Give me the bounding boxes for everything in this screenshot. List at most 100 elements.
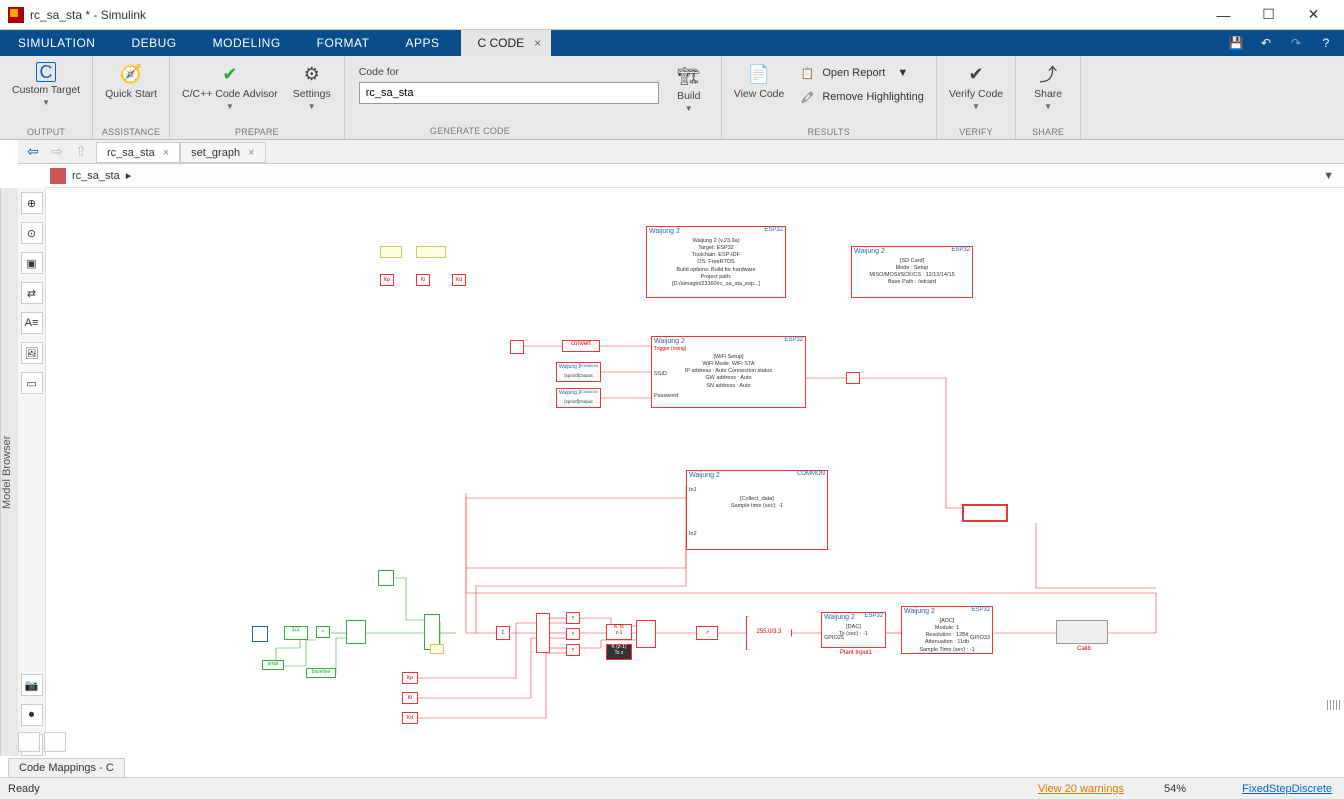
block-adc[interactable]: Waijung 2 ESP32 [ADC] Module: 1 Resoluti… <box>901 606 993 654</box>
model-explorer-icon[interactable] <box>44 732 66 752</box>
toggle-arrows-icon[interactable]: ⇄ <box>21 282 43 304</box>
block-unit-delay[interactable]: 1/Z <box>284 626 308 640</box>
block-convert[interactable]: convert <box>562 340 600 352</box>
nav-forward[interactable]: ⇨ <box>46 142 68 162</box>
file-tab-2[interactable]: set_graph× <box>180 142 265 163</box>
redo-icon[interactable]: ↷ <box>1284 32 1308 54</box>
tab-c-code[interactable]: C CODE × <box>461 30 551 56</box>
nav-back[interactable]: ⇦ <box>22 142 44 162</box>
block-calib[interactable] <box>1056 620 1108 644</box>
block-baseline[interactable]: baseline <box>306 668 336 678</box>
group-results: RESULTS <box>730 127 928 137</box>
block-step[interactable] <box>510 340 524 354</box>
close-ccode-tab[interactable]: × <box>534 36 541 50</box>
maximize-button[interactable]: ☐ <box>1246 0 1291 29</box>
breadcrumb-sep-icon: ▸ <box>126 169 132 182</box>
label-calib: Calib <box>1064 646 1104 652</box>
breadcrumb: rc_sa_sta ▸ ▼ <box>46 164 1344 188</box>
title-bar: rc_sa_sta * - Simulink — ☐ ✕ <box>0 0 1344 30</box>
area-icon[interactable]: ▭ <box>21 372 43 394</box>
file-tab-1[interactable]: rc_sa_sta× <box>96 142 180 163</box>
block-ampl[interactable]: ampl <box>262 660 284 670</box>
help-icon[interactable]: ? <box>1314 32 1338 54</box>
block-switch-green[interactable] <box>346 620 366 644</box>
library-browser-icon[interactable] <box>18 732 40 752</box>
block-collect-data[interactable]: Waijung 2 COMMON [Collect_data] Sample t… <box>686 470 828 550</box>
block-pulse[interactable] <box>252 626 268 642</box>
block-prod-d[interactable]: × <box>566 644 580 656</box>
breadcrumb-root[interactable]: rc_sa_sta <box>72 170 120 182</box>
open-report-button[interactable]: 📋 Open Report ▼ <box>794 62 928 84</box>
quick-start-button[interactable]: 🧭 Quick Start <box>101 60 161 102</box>
tag-ampl-baseline[interactable] <box>430 644 444 654</box>
custom-target-button[interactable]: C Custom Target ▼ <box>8 60 84 109</box>
block-display[interactable] <box>846 372 860 384</box>
fit-selection-icon[interactable]: ▣ <box>21 252 43 274</box>
image-icon[interactable]: 🖼 <box>21 342 43 364</box>
model-canvas[interactable]: Kp Ki Kd Waijung 2 ESP32 Waijung 2 (v.23… <box>46 188 1344 756</box>
view-code-button[interactable]: 📄 View Code <box>730 60 789 102</box>
from-kd[interactable]: Kd <box>402 712 418 724</box>
tab-apps[interactable]: APPS <box>387 30 457 56</box>
block-sat[interactable]: ↗ <box>696 626 718 640</box>
zoom-in-icon[interactable]: ⊙ <box>21 222 43 244</box>
from-ki[interactable]: Ki <box>402 692 418 704</box>
block-derivative[interactable]: K (z-1) Ts z <box>606 644 632 660</box>
close-button[interactable]: ✕ <box>1291 0 1336 29</box>
block-subsystem-enabled[interactable] <box>962 504 1008 522</box>
block-gain[interactable]: 255.0/3.3 <box>746 616 792 650</box>
block-sprintf-2[interactable]: Waijung 2 COMMON [sprintf]Output <box>556 388 601 408</box>
block-sum[interactable]: Σ <box>496 626 510 640</box>
record-icon[interactable]: ⏺ <box>21 704 43 726</box>
fit-view-icon[interactable]: ⊕ <box>21 192 43 214</box>
code-for-input[interactable] <box>359 82 659 104</box>
share-button[interactable]: ⤴ Share ▼ <box>1024 60 1072 113</box>
block-step-green[interactable] <box>378 570 394 586</box>
report-icon: 📋 <box>798 64 816 82</box>
tag-temp[interactable] <box>380 246 402 258</box>
block-wifi-setup[interactable]: Waijung 2 ESP32 Trigger (rising) [WiFi S… <box>651 336 806 408</box>
block-product-green[interactable]: × <box>316 626 330 638</box>
tab-format[interactable]: FORMAT <box>299 30 388 56</box>
label-plant-input: Plant Input1 <box>831 650 881 656</box>
const-kd[interactable]: Kd <box>452 274 466 286</box>
block-dac[interactable]: Waijung 2 ESP32 [DAC] Ts (sec) : -1 GPIO… <box>821 612 886 648</box>
const-kp[interactable]: Kp <box>380 274 394 286</box>
block-integrator[interactable]: K Ts z-1 <box>606 624 632 640</box>
breadcrumb-dropdown[interactable]: ▼ <box>1323 170 1340 182</box>
tab-simulation[interactable]: SIMULATION <box>0 30 113 56</box>
block-sd-card[interactable]: Waijung 2 ESP32 [SD Card] Mode : Setup M… <box>851 246 973 298</box>
block-sprintf-1[interactable]: Waijung 2 COMMON [sprintf]Output <box>556 362 601 382</box>
compass-icon: 🧭 <box>119 62 143 86</box>
minimize-button[interactable]: — <box>1201 0 1246 29</box>
remove-highlighting-button[interactable]: 🖍 Remove Highlighting <box>794 86 928 108</box>
block-target-setup[interactable]: Waijung 2 ESP32 Waijung 2 (v.23.9a) Targ… <box>646 226 786 298</box>
block-mux[interactable] <box>636 620 656 648</box>
annotation-icon[interactable]: A≡ <box>21 312 43 334</box>
nav-up[interactable]: ⇧ <box>70 142 92 162</box>
block-demux[interactable] <box>536 613 550 653</box>
camera-icon[interactable]: 📷 <box>21 674 43 696</box>
code-advisor-button[interactable]: ✔ C/C++ Code Advisor ▼ <box>178 60 282 113</box>
verify-code-button[interactable]: ✔ Verify Code ▼ <box>945 60 1007 113</box>
tab-debug[interactable]: DEBUG <box>113 30 194 56</box>
const-ki[interactable]: Ki <box>416 274 430 286</box>
undo-icon[interactable]: ↶ <box>1254 32 1278 54</box>
close-tab-icon[interactable]: × <box>163 147 169 159</box>
resize-grip-icon[interactable] <box>1327 700 1341 710</box>
from-kp[interactable]: Kp <box>402 672 418 684</box>
tab-modeling[interactable]: MODELING <box>195 30 299 56</box>
status-solver[interactable]: FixedStepDiscrete <box>1242 783 1332 795</box>
tab-c-code-label: C CODE <box>477 36 524 50</box>
model-browser-tab[interactable]: Model Browser <box>0 188 18 756</box>
status-warnings[interactable]: View 20 warnings <box>1038 783 1124 795</box>
close-tab-icon[interactable]: × <box>248 147 254 159</box>
build-button[interactable]: 🏗 Build ▼ <box>665 60 713 137</box>
code-mappings-tab[interactable]: Code Mappings - C <box>8 758 125 777</box>
settings-button[interactable]: ⚙ Settings ▼ <box>288 60 336 113</box>
save-icon[interactable]: 💾 <box>1224 32 1248 54</box>
block-prod-i[interactable]: × <box>566 628 580 640</box>
block-prod-p[interactable]: × <box>566 612 580 624</box>
target-icon: C <box>36 62 56 82</box>
tag-baseline[interactable] <box>416 246 446 258</box>
